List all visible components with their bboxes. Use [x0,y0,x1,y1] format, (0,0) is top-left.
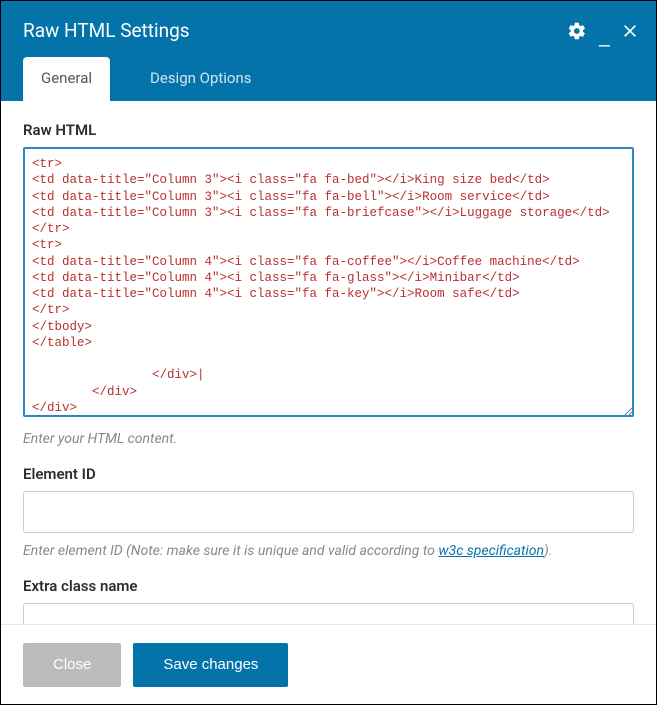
elementid-help: Enter element ID (Note: make sure it is … [23,543,634,559]
tab-design-options[interactable]: Design Options [132,57,270,101]
close-icon[interactable] [622,23,638,39]
dialog-header: Raw HTML Settings _ General Design Optio… [1,1,656,101]
dialog-title: Raw HTML Settings [1,1,656,42]
rawhtml-label: Raw HTML [23,121,634,139]
tab-bar: General Design Options [23,57,270,101]
extraclass-label: Extra class name [23,577,634,595]
minimize-icon[interactable]: _ [599,32,610,42]
elementid-help-post: ). [544,543,552,559]
elementid-label: Element ID [23,465,634,483]
header-actions: _ [567,21,638,41]
save-button[interactable]: Save changes [133,643,288,687]
elementid-input[interactable] [23,491,634,533]
dialog-footer: Close Save changes [1,624,656,704]
close-button[interactable]: Close [23,643,121,687]
rawhtml-help: Enter your HTML content. [23,431,634,447]
gear-icon[interactable] [567,21,587,41]
tab-general[interactable]: General [23,57,110,101]
extraclass-input[interactable] [23,603,634,624]
rawhtml-textarea[interactable] [23,147,634,417]
elementid-help-pre: Enter element ID (Note: make sure it is … [23,543,438,559]
w3c-spec-link[interactable]: w3c specification [438,543,544,559]
dialog-body: Raw HTML Enter your HTML content. Elemen… [1,101,656,624]
